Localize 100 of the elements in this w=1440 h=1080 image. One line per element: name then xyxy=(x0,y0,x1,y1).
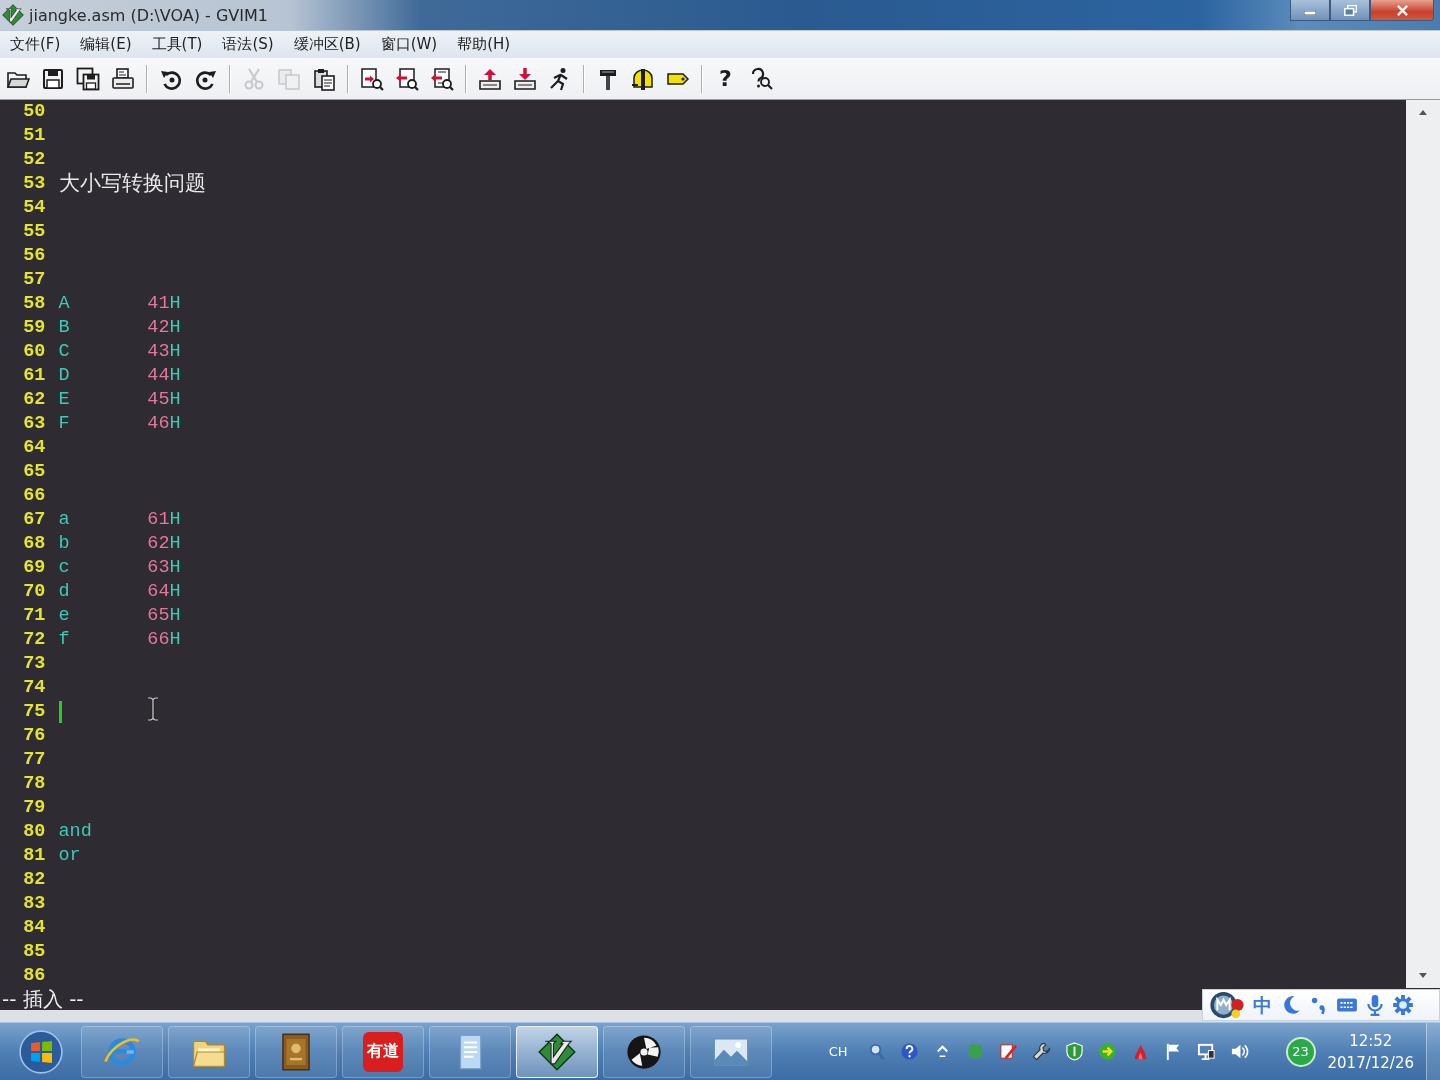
line-number: 52 xyxy=(23,149,46,170)
line-number: 81 xyxy=(23,845,46,866)
printer-icon xyxy=(110,66,135,91)
close-icon xyxy=(1395,4,1409,16)
menu-item[interactable]: 语法(S) xyxy=(212,31,284,58)
line-number: 67 xyxy=(23,509,46,530)
ime-logo-icon[interactable] xyxy=(1209,991,1245,1019)
minimize-icon xyxy=(1304,11,1316,15)
line-number: 84 xyxy=(23,917,46,938)
help-circle-icon[interactable] xyxy=(899,1042,919,1061)
restore-icon xyxy=(1343,4,1357,16)
code-text: A xyxy=(58,293,70,314)
volume-icon[interactable] xyxy=(1229,1042,1249,1061)
input-mode-button[interactable]: 中 xyxy=(1251,995,1274,1015)
clock-time[interactable]: 12:52 xyxy=(1349,1029,1393,1052)
line-number: 72 xyxy=(23,629,46,650)
menu-item[interactable]: 编辑(E) xyxy=(70,31,142,58)
mode-indicator: -- 插入 -- xyxy=(1,988,84,1010)
line-number: 75 xyxy=(23,701,46,722)
vertical-scrollbar[interactable] xyxy=(1406,100,1440,988)
code-text: 大小写转换问题 xyxy=(58,174,206,196)
line-number: 69 xyxy=(23,557,46,578)
code-text: a xyxy=(58,509,70,530)
code-text: B xyxy=(58,317,70,338)
line-number: 85 xyxy=(23,941,46,962)
code-text: f xyxy=(58,629,70,650)
line-number: 74 xyxy=(23,677,46,698)
restore-button[interactable] xyxy=(1330,0,1370,21)
line-number: 53 xyxy=(23,173,46,194)
line-number: 57 xyxy=(23,269,46,290)
scroll-down-arrow-icon[interactable] xyxy=(1419,973,1427,978)
line-number: 80 xyxy=(23,821,46,842)
copy-icon xyxy=(276,66,301,91)
shield-icon[interactable] xyxy=(1064,1042,1084,1061)
line-number: 70 xyxy=(23,581,46,602)
arrow-circle-icon[interactable] xyxy=(1097,1042,1117,1061)
line-number: 59 xyxy=(23,317,46,338)
start-orb-icon xyxy=(18,1029,63,1074)
line-number: 76 xyxy=(23,725,46,746)
code-text: F xyxy=(58,413,70,434)
code-text: E xyxy=(58,389,70,410)
help-button[interactable]: ? xyxy=(708,61,743,96)
menu-item[interactable]: 文件(F) xyxy=(0,31,71,58)
ibeam-pointer-icon xyxy=(147,697,159,721)
close-button[interactable] xyxy=(1370,0,1434,21)
line-number: 78 xyxy=(23,773,46,794)
line-number: 63 xyxy=(23,413,46,434)
code-text: e xyxy=(58,605,70,626)
line-number: 68 xyxy=(23,533,46,554)
line-number: 54 xyxy=(23,197,46,218)
line-number: 73 xyxy=(23,653,46,674)
line-number: 79 xyxy=(23,797,46,818)
app-icon xyxy=(2,4,24,26)
scroll-up-arrow-icon[interactable] xyxy=(1419,110,1427,115)
taskbar-button[interactable] xyxy=(603,1025,685,1078)
bell-icon xyxy=(630,66,655,91)
stacked-floppy-disks-icon xyxy=(75,66,100,91)
code-text: d xyxy=(58,581,70,602)
menu-item[interactable]: 帮助(H) xyxy=(447,31,521,58)
code-text: D xyxy=(58,365,70,386)
settings-icon[interactable] xyxy=(1392,994,1414,1016)
diamond-logo-icon xyxy=(538,1032,576,1071)
microphone-icon[interactable] xyxy=(1364,994,1386,1016)
menu-item[interactable]: 工具(T) xyxy=(141,31,213,58)
line-number: 55 xyxy=(23,221,46,242)
line-number: 61 xyxy=(23,365,46,386)
network-icon[interactable] xyxy=(1196,1042,1216,1061)
code-text: 64H xyxy=(147,581,181,602)
line-number: 65 xyxy=(23,461,46,482)
line-number: 83 xyxy=(23,893,46,914)
menu-item[interactable]: 窗口(W) xyxy=(370,31,448,58)
taskbar-button[interactable] xyxy=(516,1025,598,1078)
code-text: 46H xyxy=(147,413,181,434)
code-text: b xyxy=(58,533,70,554)
language-indicator[interactable]: CH xyxy=(828,1044,848,1059)
clock-date[interactable]: 2017/12/26 xyxy=(1327,1051,1414,1074)
code-text: c xyxy=(58,557,70,578)
tray-down-arrow-icon xyxy=(512,66,537,91)
wrench-icon[interactable] xyxy=(1031,1042,1051,1061)
menu-item[interactable]: 缓冲区(B) xyxy=(283,31,371,58)
window-title: jiangke.asm (D:\VOA) - GVIM1 xyxy=(29,5,268,25)
minimize-button[interactable] xyxy=(1290,0,1330,21)
code-text: C xyxy=(58,341,70,362)
find-previous-icon xyxy=(429,66,454,91)
code-text: 66H xyxy=(147,629,181,650)
line-number: 62 xyxy=(23,389,46,410)
line-number: 71 xyxy=(23,605,46,626)
code-text: 42H xyxy=(147,317,181,338)
code-text: 63H xyxy=(147,557,181,578)
find-next-icon xyxy=(394,66,419,91)
line-number: 66 xyxy=(23,485,46,506)
line-number: 51 xyxy=(23,125,46,146)
line-number: 86 xyxy=(23,965,46,986)
aperture-icon xyxy=(625,1032,663,1071)
code-text: 43H xyxy=(147,341,181,362)
code-text: or xyxy=(58,845,81,866)
clipboard-icon xyxy=(311,66,336,91)
slashed-square-icon[interactable] xyxy=(998,1042,1018,1061)
code-text: 62H xyxy=(147,533,181,554)
line-number: 56 xyxy=(23,245,46,266)
